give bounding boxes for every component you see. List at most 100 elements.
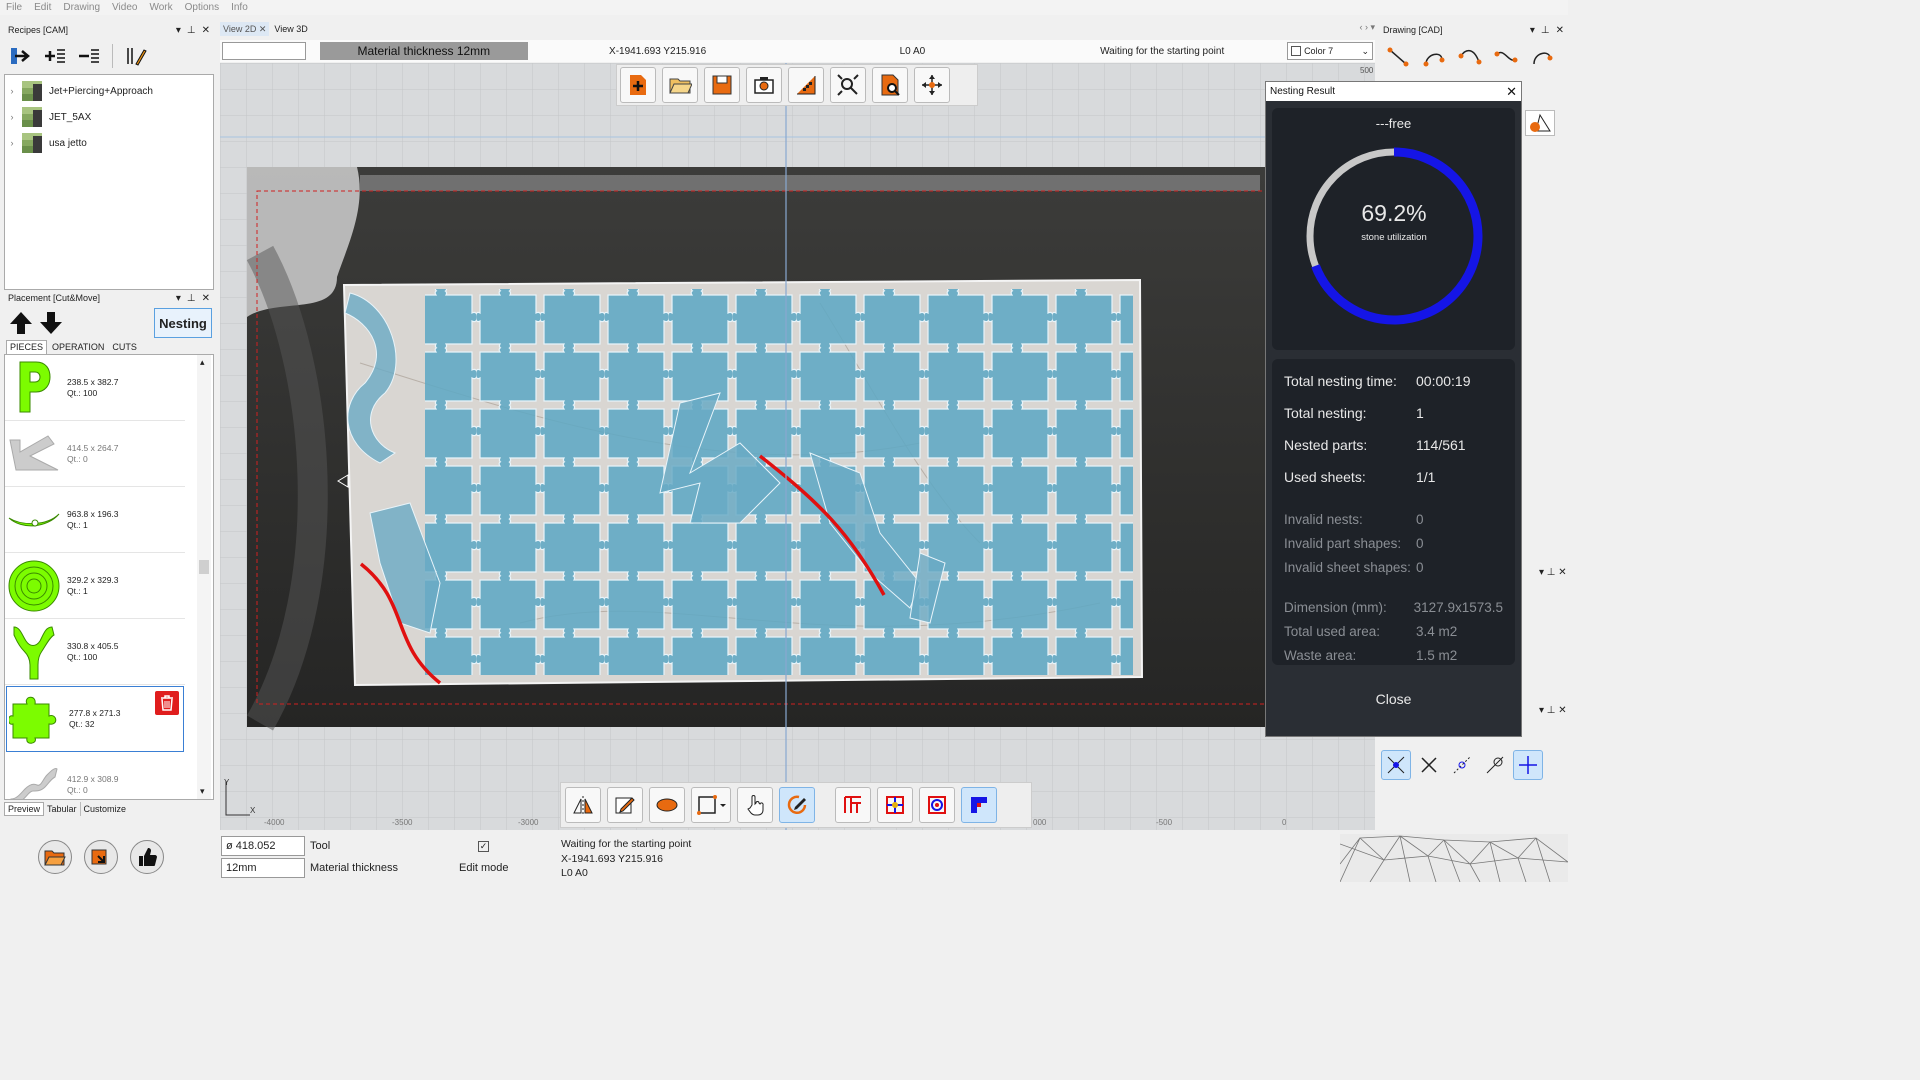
preview-button[interactable] — [872, 67, 908, 103]
edit-recipe-button[interactable] — [121, 41, 151, 71]
camera-button[interactable] — [746, 67, 782, 103]
ellipse-button[interactable] — [649, 787, 685, 823]
pierce-edit-button[interactable] — [779, 787, 815, 823]
tab-scroll-icons[interactable]: ‹ › ▾ — [1359, 22, 1375, 36]
snap-circle-button[interactable] — [1480, 750, 1510, 780]
tab-preview[interactable]: Preview — [4, 802, 45, 816]
pin-icon[interactable]: ⊥ — [187, 25, 196, 36]
confirm-button[interactable] — [130, 840, 164, 874]
menu-work[interactable]: Work — [149, 2, 172, 13]
stat-label: Dimension (mm): — [1284, 599, 1387, 615]
tab-tabular[interactable]: Tabular — [44, 802, 81, 816]
tab-cuts[interactable]: CUTS — [109, 340, 140, 354]
chevron-right-icon[interactable]: › — [5, 112, 19, 122]
menu-drawing[interactable]: Drawing — [63, 2, 100, 13]
spline-tool-button[interactable] — [1491, 42, 1521, 72]
export-icon — [91, 849, 107, 865]
snap-tangent-button[interactable] — [1447, 750, 1477, 780]
tool-diameter-input[interactable]: ø 418.052 — [221, 836, 305, 856]
stack-icon — [22, 133, 42, 153]
tab-view-2d[interactable]: View 2D ✕ — [220, 22, 270, 36]
pin-icon[interactable]: ⊥ — [187, 293, 196, 304]
snap-cross-button[interactable] — [1414, 750, 1444, 780]
arc3-tool-button[interactable] — [1455, 42, 1485, 72]
menu-info[interactable]: Info — [231, 2, 248, 13]
stat-label: Total used area: — [1284, 623, 1381, 639]
arc-tool-button[interactable] — [1419, 42, 1449, 72]
drawing-canvas[interactable]: 500 Y X -4000 -3500 -3000 000 -500 0 — [220, 63, 1375, 830]
menu-file[interactable]: File — [6, 2, 22, 13]
panel-controls[interactable]: ▾ ⊥ ✕ — [1539, 705, 1567, 716]
chevron-right-icon[interactable]: › — [5, 138, 19, 148]
list-item-selected[interactable]: 277.8 x 271.3 Qt.: 32 — [6, 686, 184, 752]
move-up-button[interactable] — [6, 308, 36, 338]
line-tool-button[interactable] — [1383, 42, 1413, 72]
nesting-button[interactable]: Nesting — [154, 308, 212, 338]
tab-customize[interactable]: Customize — [81, 802, 130, 816]
list-item[interactable]: 330.8 x 405.5 Qt.: 100 — [5, 619, 185, 685]
delete-piece-button[interactable] — [155, 691, 179, 715]
remove-recipe-button[interactable] — [74, 41, 104, 71]
recipe-item[interactable]: › JET_5AX — [5, 104, 213, 130]
recipe-item[interactable]: › usa jetto — [5, 130, 213, 156]
panel-controls[interactable]: ▾ ⊥ ✕ — [1539, 567, 1567, 578]
edit-mode-checkbox[interactable]: ✓ — [478, 841, 489, 852]
placement-tabs: PIECES OPERATION CUTS — [4, 340, 214, 354]
import-recipe-button[interactable] — [6, 41, 36, 71]
menu-edit[interactable]: Edit — [34, 2, 51, 13]
color-select[interactable]: Color 7 ⌄ — [1287, 42, 1373, 60]
list-item[interactable]: 414.5 x 264.7 Qt.: 0 — [5, 421, 185, 487]
cut-layout-3-button[interactable] — [919, 787, 955, 823]
scroll-down-icon[interactable]: ▾ — [200, 786, 205, 797]
texture-button[interactable] — [788, 67, 824, 103]
pen-circle-icon — [787, 795, 807, 814]
close-button[interactable]: Close — [1266, 691, 1521, 707]
snap-perpendicular-button[interactable] — [1381, 750, 1411, 780]
pin-icon[interactable]: ⊥ — [1541, 25, 1550, 36]
cut-layout-1-button[interactable] — [835, 787, 871, 823]
move-origin-button[interactable] — [914, 67, 950, 103]
new-sheet-button[interactable] — [620, 67, 656, 103]
close-icon[interactable]: ✕ — [1506, 84, 1517, 100]
export-job-button[interactable] — [84, 840, 118, 874]
menu-options[interactable]: Options — [185, 2, 219, 13]
scroll-up-icon[interactable]: ▴ — [200, 357, 205, 368]
save-button[interactable] — [704, 67, 740, 103]
scrollbar-thumb[interactable] — [199, 560, 209, 574]
open-job-button[interactable] — [38, 840, 72, 874]
close-icon[interactable]: ✕ — [259, 24, 267, 34]
selection-mode-button[interactable] — [691, 787, 731, 823]
cut-layout-4-button[interactable] — [961, 787, 997, 823]
chevron-right-icon[interactable]: › — [5, 86, 19, 96]
recipe-item[interactable]: › Jet+Piercing+Approach — [5, 78, 213, 104]
curve-tool-button[interactable] — [1527, 42, 1557, 72]
tab-pieces[interactable]: PIECES — [6, 340, 48, 354]
side-tool-button[interactable] — [1525, 110, 1555, 136]
snap-grid-button[interactable] — [1513, 750, 1543, 780]
panel-menu-icon[interactable]: ▾ — [176, 25, 181, 36]
cut-layout-2-button[interactable] — [877, 787, 913, 823]
command-input[interactable] — [222, 42, 306, 60]
rect-select-icon — [697, 795, 726, 815]
list-item[interactable]: 238.5 x 382.7 Qt.: 100 — [5, 355, 185, 421]
close-icon[interactable]: ✕ — [1556, 25, 1564, 36]
hand-button[interactable] — [737, 787, 773, 823]
zoom-fit-button[interactable] — [830, 67, 866, 103]
tab-view-3d[interactable]: View 3D — [271, 22, 310, 36]
scrollbar[interactable]: ▴ ▾ — [197, 355, 211, 799]
close-icon[interactable]: ✕ — [202, 293, 210, 304]
close-icon[interactable]: ✕ — [202, 25, 210, 36]
edit-shape-button[interactable] — [607, 787, 643, 823]
panel-menu-icon[interactable]: ▾ — [1530, 25, 1535, 36]
panel-menu-icon[interactable]: ▾ — [176, 293, 181, 304]
open-button[interactable] — [662, 67, 698, 103]
move-down-button[interactable] — [36, 308, 66, 338]
tab-operation[interactable]: OPERATION — [49, 340, 107, 354]
list-item[interactable]: 963.8 x 196.3 Qt.: 1 — [5, 487, 185, 553]
mirror-button[interactable] — [565, 787, 601, 823]
material-thickness-input[interactable]: 12mm — [221, 858, 305, 878]
menu-video[interactable]: Video — [112, 2, 137, 13]
list-item[interactable]: 329.2 x 329.3 Qt.: 1 — [5, 553, 185, 619]
add-recipe-button[interactable] — [40, 41, 70, 71]
list-item[interactable]: 412.9 x 308.9 Qt.: 0 — [5, 752, 185, 799]
